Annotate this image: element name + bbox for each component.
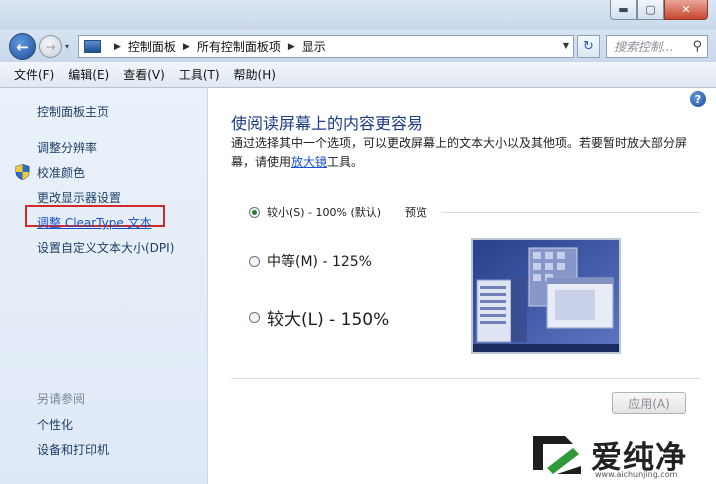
forward-button[interactable]: → xyxy=(39,35,62,58)
sidebar-item-adjust-resolution[interactable]: 调整分辨率 xyxy=(37,139,97,156)
preview-image xyxy=(471,238,621,354)
breadcrumb-display[interactable]: 显示 xyxy=(302,38,326,55)
description-text-end: 工具。 xyxy=(327,155,364,169)
option-medium[interactable]: 中等(M) - 125% xyxy=(249,251,372,271)
sidebar-item-control-panel-home[interactable]: 控制面板主页 xyxy=(37,103,109,120)
content-divider xyxy=(231,378,701,379)
search-input[interactable]: 搜索控制... xyxy=(614,38,673,55)
history-dropdown-icon[interactable]: ▾ xyxy=(65,42,69,51)
option-larger-label: 较大(L) - 150% xyxy=(267,310,390,330)
menu-edit[interactable]: 编辑(E) xyxy=(68,66,109,83)
sidebar-item-calibrate-color[interactable]: 校准颜色 xyxy=(37,164,85,181)
sidebar-item-personalization[interactable]: 个性化 xyxy=(37,416,73,433)
menu-bar: 文件(F) 编辑(E) 查看(V) 工具(T) 帮助(H) xyxy=(0,62,716,88)
minimize-icon: ▬ xyxy=(618,3,629,16)
maximize-icon: ▢ xyxy=(645,3,656,16)
preview-label: 预览 xyxy=(405,206,427,219)
close-button[interactable]: ✕ xyxy=(664,0,708,20)
see-also-heading: 另请参阅 xyxy=(37,392,86,406)
chevron-right-icon[interactable]: ▶ xyxy=(114,42,121,52)
address-dropdown-icon[interactable]: ▼ xyxy=(563,41,569,50)
preview-desktop-icon xyxy=(473,240,619,352)
sidebar-item-custom-text-size[interactable]: 设置自定义文本大小(DPI) xyxy=(37,239,174,256)
uac-shield-icon xyxy=(15,164,30,180)
back-arrow-icon: ← xyxy=(16,37,29,56)
option-medium-label: 中等(M) - 125% xyxy=(267,254,372,270)
watermark: 爱纯净 www.aichunjing.com xyxy=(527,428,713,479)
menu-tools[interactable]: 工具(T) xyxy=(179,66,220,83)
preview-divider xyxy=(441,212,699,213)
menu-file[interactable]: 文件(F) xyxy=(14,66,54,83)
sidebar: 控制面板主页 调整分辨率 校准颜色 更改显示器设置 调整 ClearType 文… xyxy=(0,88,208,484)
apply-button[interactable]: 应用(A) xyxy=(612,392,686,414)
radio-smaller[interactable] xyxy=(249,206,260,218)
option-smaller-label: 较小(S) - 100% (默认) xyxy=(267,206,382,219)
option-larger[interactable]: 较大(L) - 150% xyxy=(249,305,389,330)
page-title: 使阅读屏幕上的内容更容易 xyxy=(231,114,424,133)
page-description: 通过选择其中一个选项，可以更改屏幕上的文本大小以及其他项。若要暂时放大部分屏幕，… xyxy=(231,134,701,172)
chevron-right-icon[interactable]: ▶ xyxy=(183,42,190,52)
radio-medium[interactable] xyxy=(249,255,260,267)
forward-arrow-icon: → xyxy=(45,39,56,54)
search-icon[interactable]: ⚲ xyxy=(692,39,702,54)
watermark-url: www.aichunjing.com xyxy=(595,470,678,479)
sidebar-item-devices-printers[interactable]: 设备和打印机 xyxy=(37,441,109,458)
navigation-bar: ← → ▾ ▶ 控制面板 ▶ 所有控制面板项 ▶ 显示 ▼ ↻ 搜索控制... … xyxy=(0,30,716,62)
back-button[interactable]: ← xyxy=(9,33,36,60)
option-smaller[interactable]: 较小(S) - 100% (默认) xyxy=(249,204,381,220)
refresh-icon: ↻ xyxy=(583,39,594,54)
window-controls: ▬ ▢ ✕ xyxy=(610,0,708,20)
menu-view[interactable]: 查看(V) xyxy=(123,66,165,83)
menu-help[interactable]: 帮助(H) xyxy=(234,66,276,83)
help-icon[interactable]: ? xyxy=(690,91,706,107)
main-content: ? 使阅读屏幕上的内容更容易 通过选择其中一个选项，可以更改屏幕上的文本大小以及… xyxy=(209,88,716,484)
refresh-button[interactable]: ↻ xyxy=(577,35,600,58)
magnifier-link[interactable]: 放大镜 xyxy=(291,155,327,169)
maximize-button[interactable]: ▢ xyxy=(637,0,664,20)
title-bar: ▬ ▢ ✕ xyxy=(0,0,716,30)
minimize-button[interactable]: ▬ xyxy=(610,0,637,20)
radio-larger[interactable] xyxy=(249,312,260,323)
control-panel-icon xyxy=(84,40,101,53)
close-icon: ✕ xyxy=(681,3,691,16)
breadcrumb-control-panel[interactable]: 控制面板 xyxy=(128,38,176,55)
watermark-logo-icon xyxy=(533,436,581,474)
search-box[interactable]: 搜索控制... ⚲ xyxy=(606,35,708,58)
breadcrumb-all-items[interactable]: 所有控制面板项 xyxy=(197,38,281,55)
sidebar-item-change-display-settings[interactable]: 更改显示器设置 xyxy=(37,189,121,206)
sidebar-item-adjust-cleartype[interactable]: 调整 ClearType 文本 xyxy=(37,214,152,231)
address-bar[interactable]: ▶ 控制面板 ▶ 所有控制面板项 ▶ 显示 ▼ xyxy=(78,35,574,58)
chevron-right-icon[interactable]: ▶ xyxy=(288,42,295,52)
